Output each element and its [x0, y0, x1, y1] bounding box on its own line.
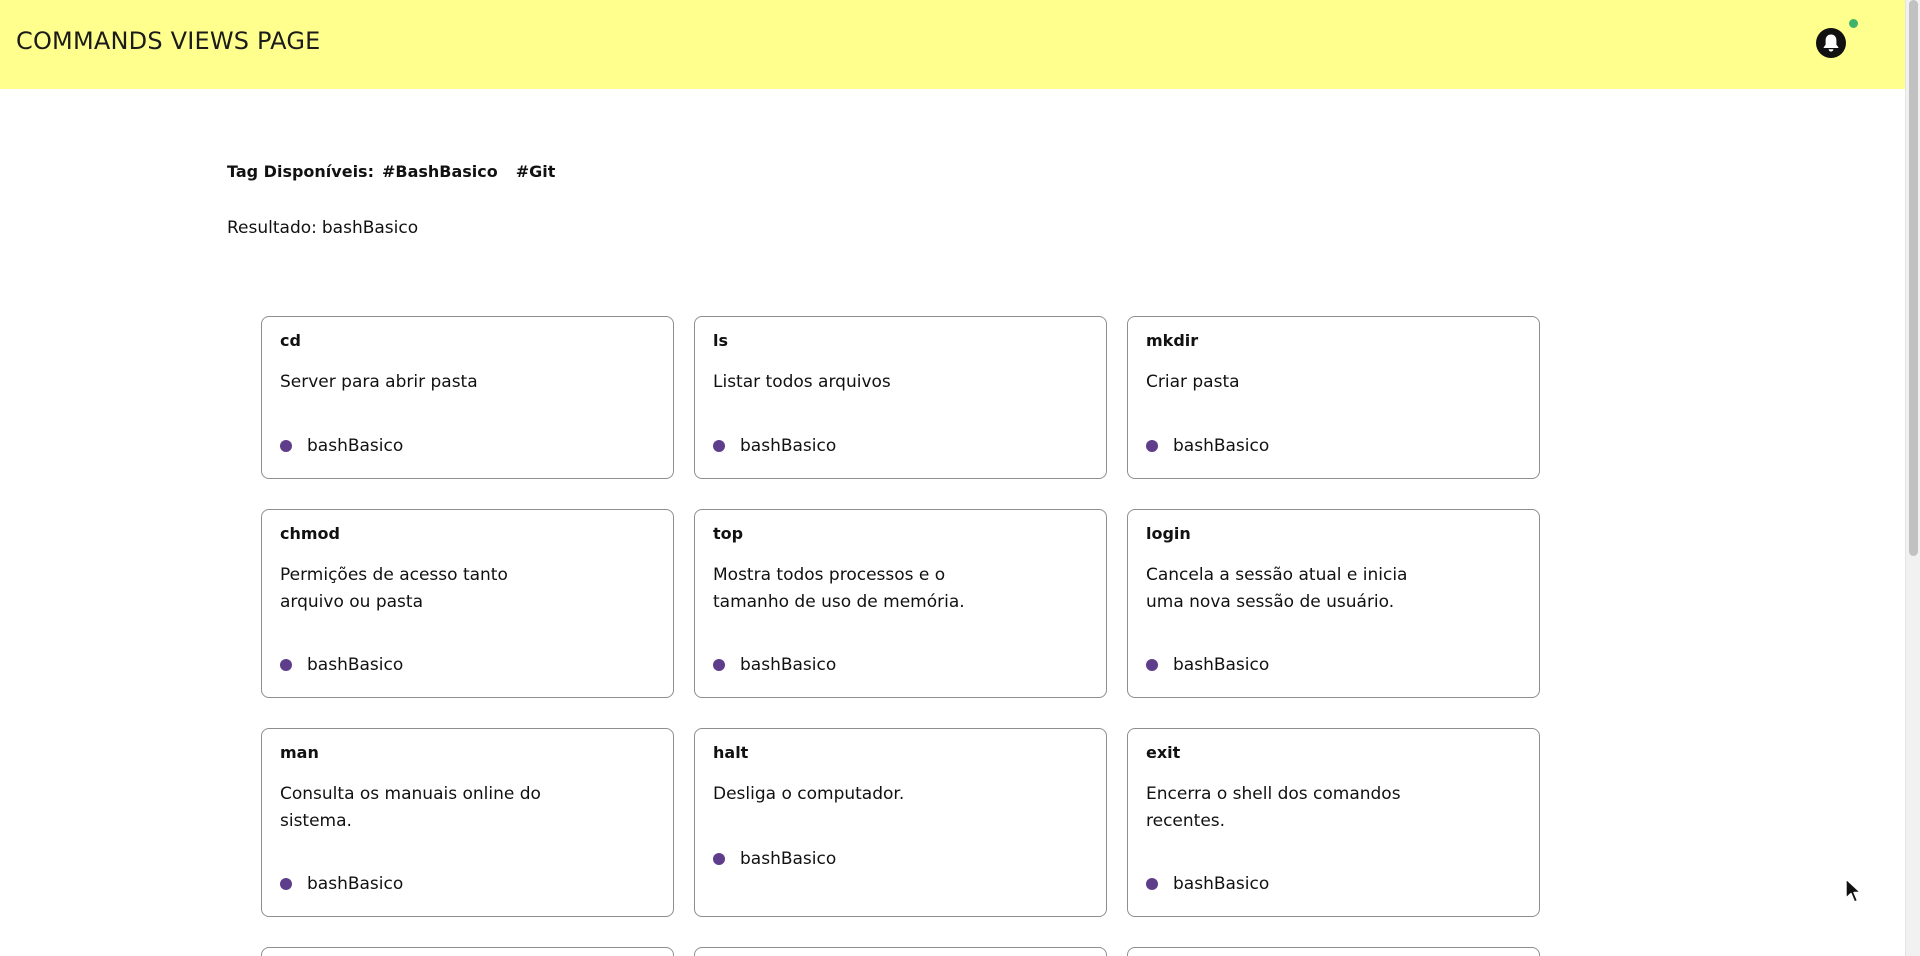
command-description: Server para abrir pasta	[280, 372, 478, 392]
command-card-man[interactable]: man Consulta os manuais online do sistem…	[261, 728, 674, 917]
vertical-scrollbar[interactable]	[1905, 0, 1920, 956]
mouse-cursor-icon	[1845, 878, 1862, 903]
tag-link-git[interactable]: #Git	[516, 162, 556, 181]
command-description: Criar pasta	[1146, 372, 1240, 392]
scrollbar-thumb[interactable]	[1909, 0, 1918, 556]
command-card-partial[interactable]	[261, 947, 674, 956]
page: COMMANDS VIEWS PAGE Tag Disponíveis: #Ba…	[0, 0, 1905, 956]
tag-dot-icon	[713, 440, 725, 452]
notification-dot	[1849, 19, 1858, 28]
command-tag: bashBasico	[280, 436, 403, 456]
tag-dot-icon	[280, 659, 292, 671]
available-tags: Tag Disponíveis: #BashBasico #Git	[227, 162, 555, 181]
tag-dot-icon	[280, 440, 292, 452]
command-tag: bashBasico	[713, 436, 836, 456]
page-title: COMMANDS VIEWS PAGE	[16, 27, 321, 55]
command-tag: bashBasico	[713, 655, 836, 675]
command-tag: bashBasico	[713, 849, 836, 869]
app-header: COMMANDS VIEWS PAGE	[0, 0, 1905, 89]
command-card-login[interactable]: login Cancela a sessão atual e inicia um…	[1127, 509, 1540, 698]
tag-dot-icon	[1146, 878, 1158, 890]
tag-dot-icon	[1146, 440, 1158, 452]
tag-dot-icon	[1146, 659, 1158, 671]
command-card-partial[interactable]	[1127, 947, 1540, 956]
command-card-cd[interactable]: cd Server para abrir pasta bashBasico	[261, 316, 674, 479]
command-title: cd	[280, 331, 301, 350]
command-tag: bashBasico	[1146, 874, 1269, 894]
command-description: Encerra o shell dos comandos recentes.	[1146, 784, 1401, 831]
command-tag-label: bashBasico	[1173, 436, 1270, 456]
command-card-mkdir[interactable]: mkdir Criar pasta bashBasico	[1127, 316, 1540, 479]
command-title: ls	[713, 331, 729, 350]
tag-link-bashbasico[interactable]: #BashBasico	[382, 162, 498, 181]
commands-grid: cd Server para abrir pasta bashBasico ls…	[261, 316, 1540, 917]
command-title: chmod	[280, 524, 340, 543]
command-description: Listar todos arquivos	[713, 372, 891, 392]
command-title: top	[713, 524, 744, 543]
command-description: Permições de acesso tanto arquivo ou pas…	[280, 565, 508, 612]
tag-dot-icon	[713, 659, 725, 671]
tag-dot-icon	[280, 878, 292, 890]
command-card-partial[interactable]	[694, 947, 1107, 956]
command-title: mkdir	[1146, 331, 1199, 350]
result-label: Resultado:	[227, 218, 317, 238]
command-card-halt[interactable]: halt Desliga o computador. bashBasico	[694, 728, 1107, 917]
command-card-exit[interactable]: exit Encerra o shell dos comandos recent…	[1127, 728, 1540, 917]
command-title: man	[280, 743, 319, 762]
command-tag-label: bashBasico	[740, 655, 837, 675]
command-tag-label: bashBasico	[307, 655, 404, 675]
command-title: halt	[713, 743, 749, 762]
command-tag-label: bashBasico	[307, 874, 404, 894]
command-tag: bashBasico	[1146, 436, 1269, 456]
command-tag-label: bashBasico	[740, 849, 837, 869]
command-tag-label: bashBasico	[740, 436, 837, 456]
tags-label: Tag Disponíveis:	[227, 162, 374, 181]
bell-icon	[1816, 28, 1846, 58]
command-title: login	[1146, 524, 1191, 543]
command-description: Consulta os manuais online do sistema.	[280, 784, 541, 831]
result-line: Resultado: bashBasico	[227, 218, 418, 238]
command-tag-label: bashBasico	[1173, 874, 1270, 894]
command-tag: bashBasico	[280, 655, 403, 675]
command-description: Cancela a sessão atual e inicia uma nova…	[1146, 565, 1408, 612]
command-tag-label: bashBasico	[1173, 655, 1270, 675]
next-row-cards	[261, 947, 1540, 956]
command-card-ls[interactable]: ls Listar todos arquivos bashBasico	[694, 316, 1107, 479]
command-tag: bashBasico	[280, 874, 403, 894]
result-value: bashBasico	[321, 218, 419, 238]
tag-dot-icon	[713, 853, 725, 865]
command-description: Mostra todos processos e o tamanho de us…	[713, 565, 965, 612]
notification-button[interactable]	[1815, 27, 1847, 59]
command-card-top[interactable]: top Mostra todos processos e o tamanho d…	[694, 509, 1107, 698]
command-title: exit	[1146, 743, 1181, 762]
command-tag: bashBasico	[1146, 655, 1269, 675]
command-tag-label: bashBasico	[307, 436, 404, 456]
command-description: Desliga o computador.	[713, 784, 905, 804]
command-card-chmod[interactable]: chmod Permições de acesso tanto arquivo …	[261, 509, 674, 698]
